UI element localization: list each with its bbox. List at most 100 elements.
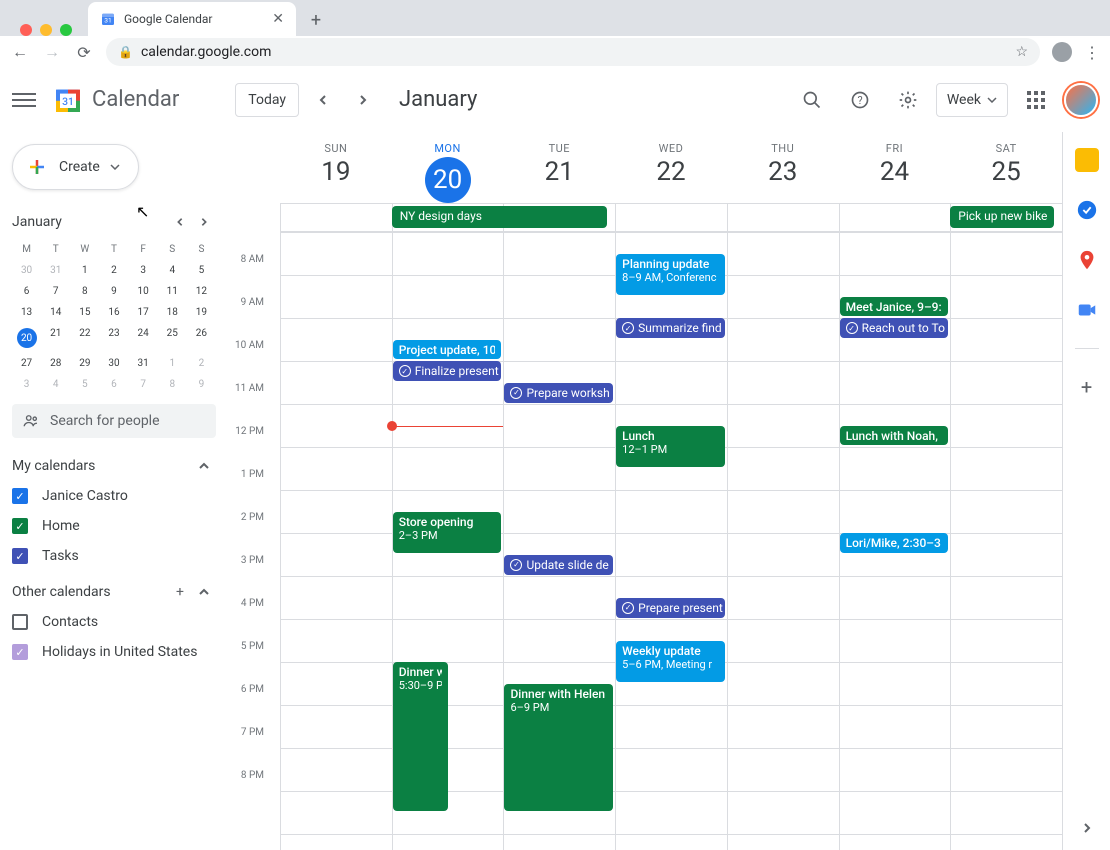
mini-day[interactable]: 19 bbox=[187, 307, 216, 318]
mini-day[interactable]: 21 bbox=[41, 328, 70, 348]
calendar-item[interactable]: ✓Home bbox=[12, 518, 216, 534]
mini-day[interactable]: 15 bbox=[70, 307, 99, 318]
mini-day[interactable]: 1 bbox=[158, 358, 187, 369]
mini-day[interactable]: 27 bbox=[12, 358, 41, 369]
maximize-window[interactable] bbox=[60, 24, 72, 36]
mini-day[interactable]: 28 bbox=[41, 358, 70, 369]
close-tab-icon[interactable]: ✕ bbox=[272, 11, 284, 27]
keep-button[interactable] bbox=[1075, 148, 1099, 172]
checkbox[interactable]: ✓ bbox=[12, 644, 28, 660]
day-column[interactable] bbox=[727, 232, 839, 850]
mini-day[interactable]: 4 bbox=[158, 265, 187, 276]
mini-day[interactable]: 23 bbox=[99, 328, 128, 348]
checkbox[interactable] bbox=[12, 614, 28, 630]
mini-day[interactable]: 5 bbox=[187, 265, 216, 276]
mini-day[interactable]: 7 bbox=[41, 286, 70, 297]
mini-day[interactable]: 25 bbox=[158, 328, 187, 348]
mini-day[interactable]: 13 bbox=[12, 307, 41, 318]
day-header[interactable]: MON20 bbox=[392, 132, 504, 203]
day-header[interactable]: TUE21 bbox=[503, 132, 615, 203]
mini-day[interactable]: 17 bbox=[129, 307, 158, 318]
event[interactable]: Dinner with Helen6–9 PM bbox=[504, 684, 613, 811]
day-header[interactable]: THU23 bbox=[727, 132, 839, 203]
add-addon-button[interactable]: + bbox=[1081, 375, 1092, 399]
mini-day[interactable]: 14 bbox=[41, 307, 70, 318]
add-calendar-button[interactable]: + bbox=[168, 584, 192, 600]
help-button[interactable]: ? bbox=[840, 80, 880, 120]
collapse-button[interactable] bbox=[192, 584, 216, 600]
day-column[interactable]: ✓Prepare worksh ✓Update slide de Dinner wi… bbox=[503, 232, 615, 850]
browser-tab[interactable]: 31 Google Calendar ✕ bbox=[88, 2, 296, 36]
view-switcher[interactable]: Week bbox=[936, 83, 1008, 117]
task-chip[interactable]: ✓Prepare worksh bbox=[504, 383, 613, 403]
calendar-item[interactable]: ✓Tasks bbox=[12, 548, 216, 564]
day-column[interactable]: Meet Janice, 9–9:✓Reach out to ToLunch w… bbox=[839, 232, 951, 850]
calendar-item[interactable]: ✓Janice Castro bbox=[12, 488, 216, 504]
day-column[interactable] bbox=[950, 232, 1062, 850]
calendar-item[interactable]: ✓Holidays in United States bbox=[12, 644, 216, 660]
event[interactable]: Project update, 10 bbox=[393, 340, 502, 360]
mini-day[interactable]: 26 bbox=[187, 328, 216, 348]
mini-day[interactable]: 8 bbox=[70, 286, 99, 297]
mini-day[interactable]: 1 bbox=[70, 265, 99, 276]
day-column[interactable]: Planning update8–9 AM, Conferenc ✓Summari… bbox=[615, 232, 727, 850]
mini-day[interactable]: 12 bbox=[187, 286, 216, 297]
checkbox[interactable]: ✓ bbox=[12, 518, 28, 534]
day-header[interactable]: SAT25 bbox=[950, 132, 1062, 203]
allday-row[interactable]: NY design daysPick up new bike bbox=[280, 204, 1062, 232]
day-column[interactable] bbox=[280, 232, 392, 850]
search-button[interactable] bbox=[792, 80, 832, 120]
mini-day[interactable]: 4 bbox=[41, 379, 70, 390]
allday-event[interactable]: Pick up new bike bbox=[950, 206, 1054, 228]
url-input[interactable]: 🔒 calendar.google.com ☆ bbox=[106, 38, 1040, 66]
mini-day[interactable]: 2 bbox=[187, 358, 216, 369]
back-button[interactable]: ← bbox=[10, 42, 30, 62]
event[interactable]: Dinner with Gloria5:30–9 PM, Centra bbox=[393, 662, 448, 811]
bookmark-star-icon[interactable]: ☆ bbox=[1015, 44, 1028, 60]
collapse-button[interactable] bbox=[192, 458, 216, 474]
mini-day[interactable]: 11 bbox=[158, 286, 187, 297]
event[interactable]: Lunch12–1 PM bbox=[616, 426, 725, 467]
event[interactable]: Meet Janice, 9–9: bbox=[840, 297, 949, 317]
checkbox[interactable]: ✓ bbox=[12, 488, 28, 504]
mini-day[interactable]: 6 bbox=[99, 379, 128, 390]
app-logo[interactable]: 31 Calendar bbox=[52, 84, 179, 116]
event[interactable]: Lori/Mike, 2:30–3 bbox=[840, 533, 949, 553]
mini-day[interactable]: 31 bbox=[129, 358, 158, 369]
window-controls[interactable] bbox=[8, 12, 80, 36]
event[interactable]: Weekly update5–6 PM, Meeting r bbox=[616, 641, 725, 682]
task-chip[interactable]: ✓Update slide de bbox=[504, 555, 613, 575]
mini-day[interactable]: 3 bbox=[12, 379, 41, 390]
day-header[interactable]: FRI24 bbox=[839, 132, 951, 203]
mini-day[interactable]: 31 bbox=[41, 265, 70, 276]
event[interactable]: Planning update8–9 AM, Conferenc bbox=[616, 254, 725, 295]
minimize-window[interactable] bbox=[40, 24, 52, 36]
mini-day[interactable]: 5 bbox=[70, 379, 99, 390]
task-chip[interactable]: ✓Summarize find bbox=[616, 318, 725, 338]
mini-day[interactable]: 20 bbox=[12, 328, 41, 348]
day-column[interactable]: Project update, 10✓Finalize presentStore… bbox=[392, 232, 504, 850]
google-apps-button[interactable] bbox=[1016, 80, 1056, 120]
maps-button[interactable] bbox=[1075, 248, 1099, 272]
main-menu-button[interactable] bbox=[12, 88, 36, 112]
mini-day[interactable]: 3 bbox=[129, 265, 158, 276]
mini-prev-button[interactable] bbox=[168, 210, 192, 234]
time-grid[interactable]: 8 AM9 AM10 AM11 AM12 PM1 PM2 PM3 PM4 PM5… bbox=[228, 232, 1062, 850]
mini-day[interactable]: 9 bbox=[99, 286, 128, 297]
mini-next-button[interactable] bbox=[192, 210, 216, 234]
today-button[interactable]: Today bbox=[235, 83, 299, 117]
mini-day[interactable]: 16 bbox=[99, 307, 128, 318]
day-header[interactable]: WED22 bbox=[615, 132, 727, 203]
account-avatar[interactable] bbox=[1064, 83, 1098, 117]
mini-day[interactable]: 2 bbox=[99, 265, 128, 276]
mini-day[interactable]: 29 bbox=[70, 358, 99, 369]
tasks-button[interactable] bbox=[1075, 198, 1099, 222]
mini-day[interactable]: 30 bbox=[99, 358, 128, 369]
expand-panel-button[interactable] bbox=[1081, 819, 1093, 838]
browser-profile[interactable] bbox=[1052, 42, 1072, 62]
prev-week-button[interactable] bbox=[307, 84, 339, 116]
create-button[interactable]: Create bbox=[12, 144, 139, 190]
mini-day[interactable]: 18 bbox=[158, 307, 187, 318]
mini-day[interactable]: 24 bbox=[129, 328, 158, 348]
new-tab-button[interactable]: + bbox=[302, 6, 330, 34]
